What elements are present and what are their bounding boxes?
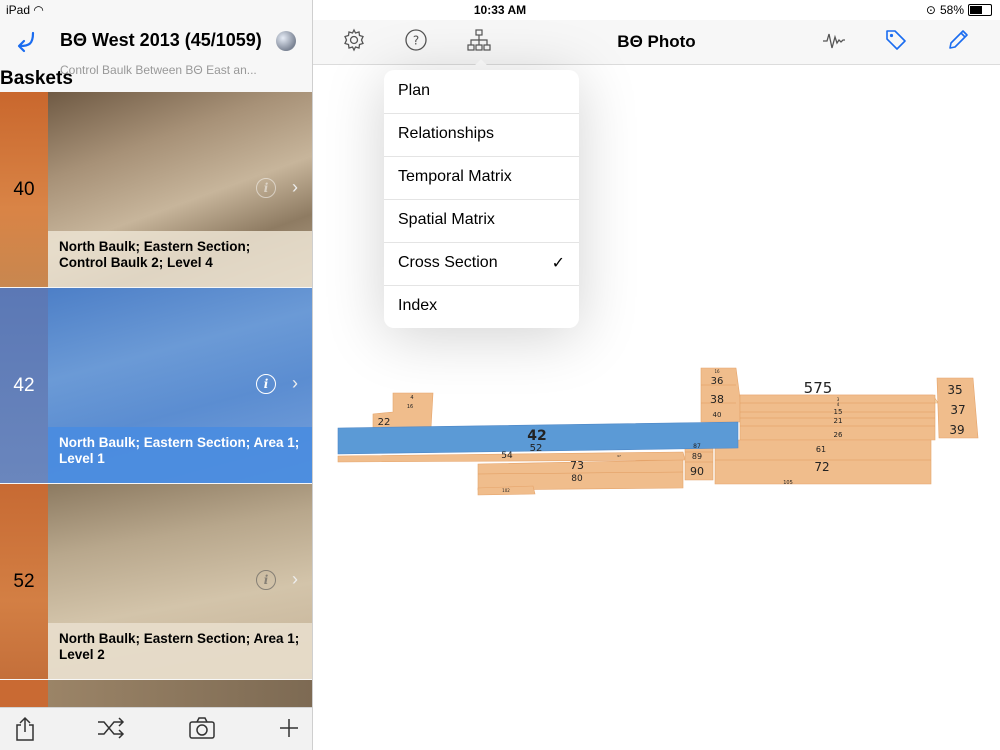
basket-number: 52 xyxy=(0,484,48,679)
menu-item-label: Cross Section xyxy=(398,254,498,271)
view-menu: Plan Relationships Temporal Matrix Spati… xyxy=(384,70,579,328)
edit-pencil-icon[interactable] xyxy=(946,28,970,57)
menu-item-label: Plan xyxy=(398,82,431,99)
layer-label: 87 xyxy=(693,443,701,450)
basket-number xyxy=(0,680,48,710)
chevron-right-icon[interactable]: › xyxy=(292,373,298,394)
cross-section-diagram[interactable]: 575 35 37 39 36 38 40 16 3 4 15 21 26 22… xyxy=(313,330,1000,530)
layer-label: 40 xyxy=(713,411,722,419)
layer-label: 15 xyxy=(834,408,843,416)
layer-label: 97 xyxy=(617,454,621,458)
layer-label: 72 xyxy=(814,460,829,474)
basket-number: 40 xyxy=(0,92,48,287)
layer-label: 39 xyxy=(949,423,964,437)
menu-item-label: Relationships xyxy=(398,125,495,142)
layer-label: 54 xyxy=(501,451,513,461)
basket-photo xyxy=(48,680,312,710)
layer-label: 42 xyxy=(527,428,546,444)
status-bar: iPad ◠ 10:33 AM ⊙ 58% xyxy=(0,0,1000,20)
list-item-selected[interactable]: 42 North Baulk; Eastern Section; Area 1;… xyxy=(0,288,312,483)
basket-caption: North Baulk; Eastern Section; Area 1; Le… xyxy=(48,623,312,679)
layer-label: 90 xyxy=(690,465,704,478)
sync-orb-icon[interactable] xyxy=(276,31,296,51)
sidebar: BΘ West 2013 (45/1059) Control Baulk Bet… xyxy=(0,0,313,750)
info-icon[interactable]: i xyxy=(256,570,276,590)
layer-label: 52 xyxy=(530,443,543,454)
list-item[interactable] xyxy=(0,680,312,710)
basket-caption: North Baulk; Eastern Section; Area 1; Le… xyxy=(48,427,312,483)
layer-label: 89 xyxy=(692,452,702,461)
layer-label: 38 xyxy=(710,393,724,406)
layer-label: 4 xyxy=(837,402,840,407)
chevron-right-icon[interactable]: › xyxy=(292,569,298,590)
chevron-right-icon[interactable]: › xyxy=(292,177,298,198)
breadcrumb[interactable]: Control Baulk Between BΘ East an... xyxy=(60,63,257,77)
menu-item-label: Index xyxy=(398,297,438,314)
clock: 10:33 AM xyxy=(473,3,527,17)
info-icon[interactable]: i xyxy=(256,178,276,198)
layer-label: 37 xyxy=(950,403,965,417)
menu-item-label: Spatial Matrix xyxy=(398,211,495,228)
battery-status: ⊙ 58% xyxy=(926,3,992,17)
list-item[interactable]: 40 North Baulk; Eastern Section; Control… xyxy=(0,92,312,287)
back-icon[interactable] xyxy=(14,30,38,61)
layer-label: 4 xyxy=(410,395,413,401)
sidebar-toolbar xyxy=(0,707,312,750)
orientation-lock-icon: ⊙ xyxy=(925,3,936,17)
menu-item-relationships[interactable]: Relationships xyxy=(384,113,579,157)
layer-label: 16 xyxy=(407,404,413,410)
shuffle-icon[interactable] xyxy=(96,716,126,745)
menu-item-cross-section[interactable]: Cross Section ✓ xyxy=(384,242,579,286)
layer-label: 26 xyxy=(834,431,843,439)
project-title: BΘ West 2013 (45/1059) xyxy=(60,30,262,50)
menu-item-plan[interactable]: Plan xyxy=(384,70,579,114)
share-icon[interactable] xyxy=(14,716,36,747)
layer-label: 16 xyxy=(714,369,720,374)
menu-item-temporal-matrix[interactable]: Temporal Matrix xyxy=(384,156,579,200)
tag-icon[interactable] xyxy=(884,28,908,57)
basket-number: 42 xyxy=(0,288,48,483)
battery-icon xyxy=(968,4,992,16)
layer-label: 36 xyxy=(711,376,724,387)
checkmark-icon: ✓ xyxy=(551,255,565,272)
basket-caption: North Baulk; Eastern Section; Control Ba… xyxy=(48,231,312,287)
list-item[interactable]: 52 North Baulk; Eastern Section; Area 1;… xyxy=(0,484,312,679)
camera-icon[interactable] xyxy=(188,716,216,745)
section-heading: Baskets xyxy=(0,68,73,89)
add-icon[interactable] xyxy=(278,716,300,745)
layer-label: 575 xyxy=(804,379,833,397)
menu-item-label: Temporal Matrix xyxy=(398,168,512,185)
layer-label: 35 xyxy=(947,383,962,397)
layer-label: 102 xyxy=(502,488,510,493)
info-icon[interactable]: i xyxy=(256,374,276,394)
waveform-icon[interactable] xyxy=(822,28,846,57)
layer-label: 80 xyxy=(571,474,583,484)
sidebar-header: BΘ West 2013 (45/1059) xyxy=(0,20,312,64)
battery-percent: 58% xyxy=(939,3,964,17)
layer-label: 22 xyxy=(378,417,391,428)
layer-label: 61 xyxy=(816,445,826,454)
layer-label: 73 xyxy=(570,459,584,472)
main-nav-bar: ? BΘ Photo xyxy=(313,20,1000,65)
menu-item-index[interactable]: Index xyxy=(384,285,579,328)
layer-label: 105 xyxy=(783,480,793,486)
menu-item-spatial-matrix[interactable]: Spatial Matrix xyxy=(384,199,579,243)
layer-label: 21 xyxy=(834,417,843,425)
